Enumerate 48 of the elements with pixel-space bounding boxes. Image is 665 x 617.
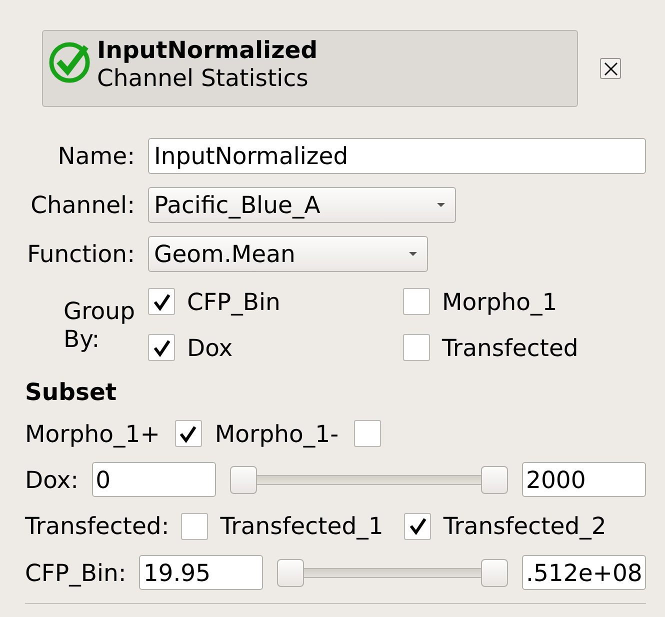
checkbox-label: CFP_Bin — [187, 288, 280, 316]
group-by-label: Group By: — [63, 296, 135, 352]
check-circle-icon — [49, 40, 92, 83]
field-label: Name: — [58, 142, 135, 170]
checkbox[interactable] — [174, 420, 202, 447]
checkbox[interactable] — [148, 288, 175, 315]
min-value-field[interactable]: 19.95 — [139, 555, 264, 590]
slider-handle[interactable] — [277, 558, 304, 586]
checkbox[interactable] — [404, 512, 432, 540]
header-title: InputNormalized — [97, 36, 318, 64]
checkbox[interactable] — [181, 512, 208, 540]
slider-handle[interactable] — [481, 466, 508, 494]
field-label: Channel: — [30, 191, 135, 219]
close-icon — [604, 62, 618, 76]
range-slider[interactable] — [230, 466, 508, 494]
max-value-field[interactable]: .512e+08 — [522, 555, 646, 590]
range-label: CFP_Bin: — [25, 558, 126, 586]
range-label: Dox: — [25, 466, 79, 494]
check-icon — [152, 292, 170, 310]
checkbox-label: Morpho_1- — [214, 420, 339, 448]
range-slider[interactable] — [277, 558, 508, 586]
section-title: Subset — [25, 378, 118, 406]
max-value-field[interactable]: 2000 — [522, 462, 646, 497]
checkbox[interactable] — [403, 334, 430, 361]
check-icon — [179, 424, 198, 442]
check-icon — [408, 517, 427, 535]
checkbox[interactable] — [148, 334, 175, 361]
checkbox-label: Dox — [187, 334, 233, 362]
checkbox[interactable] — [403, 288, 430, 315]
caret-icon — [409, 252, 417, 256]
checkbox[interactable] — [354, 420, 381, 447]
header-subtitle: Channel Statistics — [97, 64, 310, 92]
slider-handle[interactable] — [481, 558, 508, 586]
check-icon — [152, 338, 170, 356]
checkbox-label: Morpho_1+ — [25, 420, 160, 448]
checkbox-label: Transfected_1 — [220, 512, 384, 540]
row-label: Transfected: — [25, 512, 170, 540]
close-button[interactable] — [600, 58, 621, 79]
function-dropdown[interactable]: Geom.Mean — [148, 236, 428, 272]
checkbox-label: Morpho_1 — [442, 288, 558, 316]
channel-dropdown[interactable]: Pacific_Blue_A — [148, 187, 456, 223]
slider-handle[interactable] — [230, 466, 257, 494]
field-label: Function: — [27, 240, 135, 268]
min-value-field[interactable]: 0 — [92, 462, 216, 497]
checkbox-label: Transfected — [442, 334, 578, 362]
caret-icon — [437, 203, 445, 207]
name-field[interactable]: InputNormalized — [148, 138, 646, 174]
checkbox-label: Transfected_2 — [443, 512, 606, 540]
